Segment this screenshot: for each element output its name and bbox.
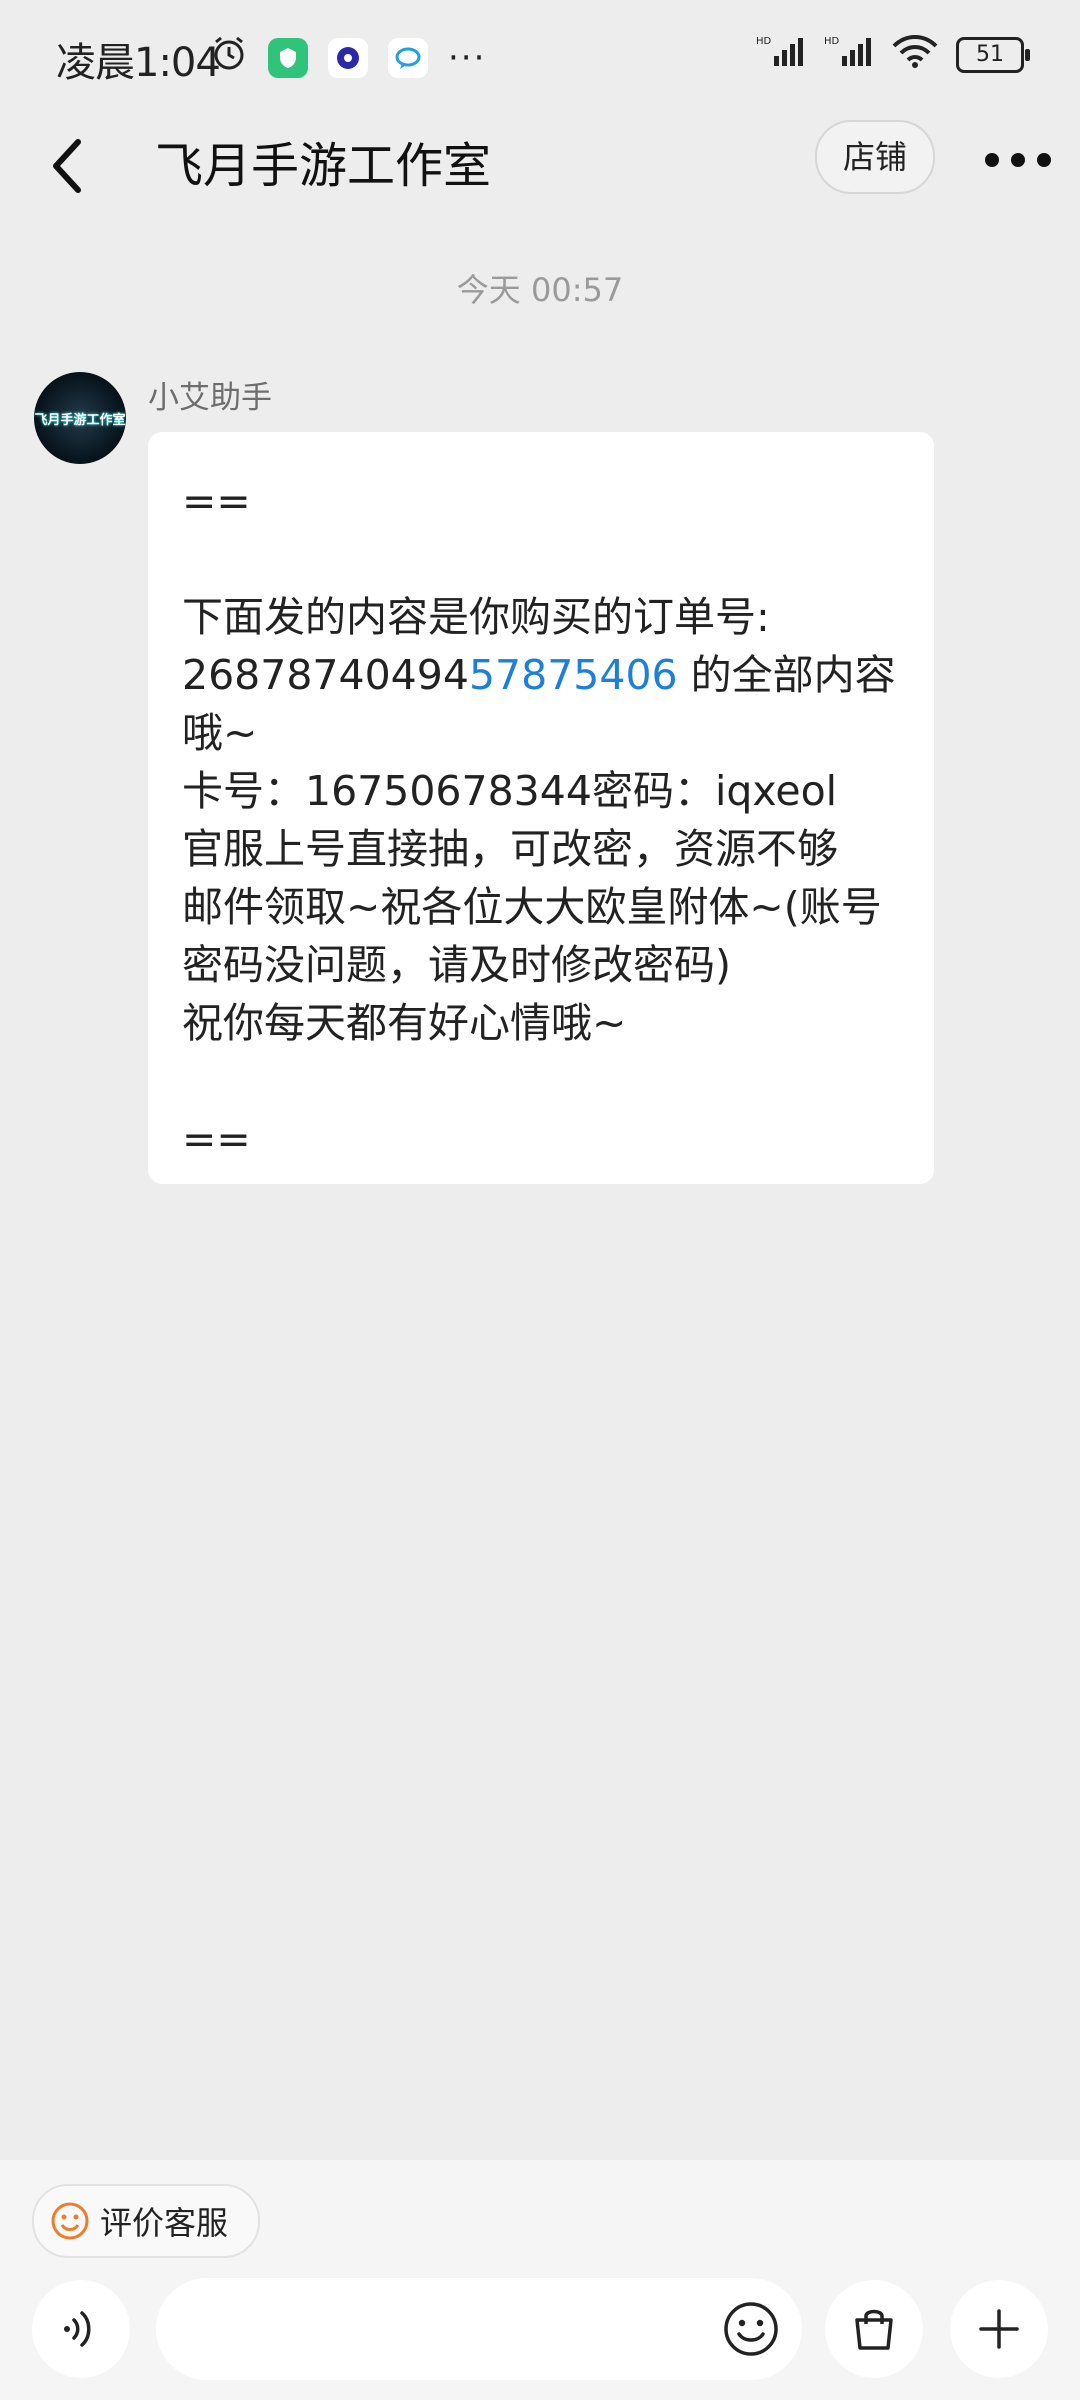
status-time: 凌晨1:04 bbox=[56, 40, 221, 86]
signal-icon: HD bbox=[756, 32, 806, 78]
message-line: 卡号：16750678344密码：iqxeol bbox=[182, 767, 838, 815]
wifi-icon bbox=[892, 32, 938, 78]
message-line: 哦~ bbox=[182, 709, 258, 757]
rate-service-label: 评价客服 bbox=[100, 2204, 229, 2242]
more-notifications-icon: ··· bbox=[448, 38, 487, 78]
emoji-icon[interactable] bbox=[722, 2300, 780, 2358]
smile-icon bbox=[51, 2202, 89, 2240]
shop-button[interactable]: 店铺 bbox=[815, 120, 935, 194]
more-actions-button[interactable] bbox=[950, 2280, 1048, 2378]
plus-icon bbox=[979, 2309, 1019, 2349]
voice-input-button[interactable] bbox=[32, 2280, 130, 2378]
bottom-panel: 评价客服 bbox=[0, 2160, 1080, 2400]
svg-text:HD: HD bbox=[756, 36, 772, 47]
status-right: HD HD 51 bbox=[756, 32, 1030, 78]
message-bubble[interactable]: == 下面发的内容是你购买的订单号: 2687874049457875406 的… bbox=[148, 432, 934, 1184]
message-line: 官服上号直接抽，可改密，资源不够 bbox=[182, 825, 838, 873]
status-notification-icons: ··· bbox=[210, 34, 486, 82]
chat-title: 飞月手游工作室 bbox=[155, 138, 492, 194]
sender-name: 小艾助手 bbox=[148, 380, 272, 416]
chat-notification-icon bbox=[388, 38, 428, 78]
shopping-bag-icon bbox=[855, 2309, 893, 2350]
alarm-icon bbox=[210, 34, 248, 82]
more-options-button[interactable] bbox=[985, 150, 1055, 170]
order-number-link[interactable]: 57875406 bbox=[469, 651, 678, 699]
message-line-order: 2687874049457875406 的全部内容 bbox=[182, 646, 912, 704]
avatar[interactable]: 飞月手游工作室 bbox=[34, 372, 126, 464]
message-input[interactable] bbox=[156, 2278, 802, 2380]
security-app-icon bbox=[268, 38, 308, 78]
order-number-prefix: 26878740494 bbox=[182, 651, 469, 699]
order-number-suffix: 的全部内容 bbox=[677, 651, 896, 699]
svg-text:HD: HD bbox=[824, 36, 840, 47]
more-dot-icon bbox=[1037, 153, 1051, 167]
more-dot-icon bbox=[1011, 153, 1025, 167]
chat-header: 飞月手游工作室 店铺 bbox=[0, 110, 1080, 260]
message-line: == bbox=[182, 1115, 251, 1163]
signal-icon-2: HD bbox=[824, 32, 874, 78]
message-line: 密码没问题，请及时修改密码) bbox=[182, 941, 731, 989]
message-line: 邮件领取~祝各位大大欧皇附体~(账号 bbox=[182, 883, 882, 931]
more-dot-icon bbox=[985, 153, 999, 167]
message-text: == 下面发的内容是你购买的订单号: 2687874049457875406 的… bbox=[182, 472, 912, 1168]
rate-service-button[interactable]: 评价客服 bbox=[32, 2184, 260, 2258]
chevron-left-icon bbox=[53, 139, 81, 193]
message-line: 祝你每天都有好心情哦~ bbox=[182, 999, 627, 1047]
battery-indicator: 51 bbox=[956, 37, 1030, 73]
order-bag-button[interactable] bbox=[825, 2280, 923, 2378]
voice-icon bbox=[64, 2311, 91, 2347]
message-line: 下面发的内容是你购买的订单号: bbox=[182, 593, 770, 641]
message-timestamp: 今天 00:57 bbox=[456, 271, 624, 309]
message-line: == bbox=[182, 477, 251, 525]
back-button[interactable] bbox=[44, 128, 92, 208]
app-notification-icon bbox=[328, 38, 368, 78]
status-bar: 凌晨1:04 ··· HD HD 51 bbox=[0, 0, 1080, 110]
avatar-text: 飞月手游工作室 bbox=[34, 412, 126, 428]
